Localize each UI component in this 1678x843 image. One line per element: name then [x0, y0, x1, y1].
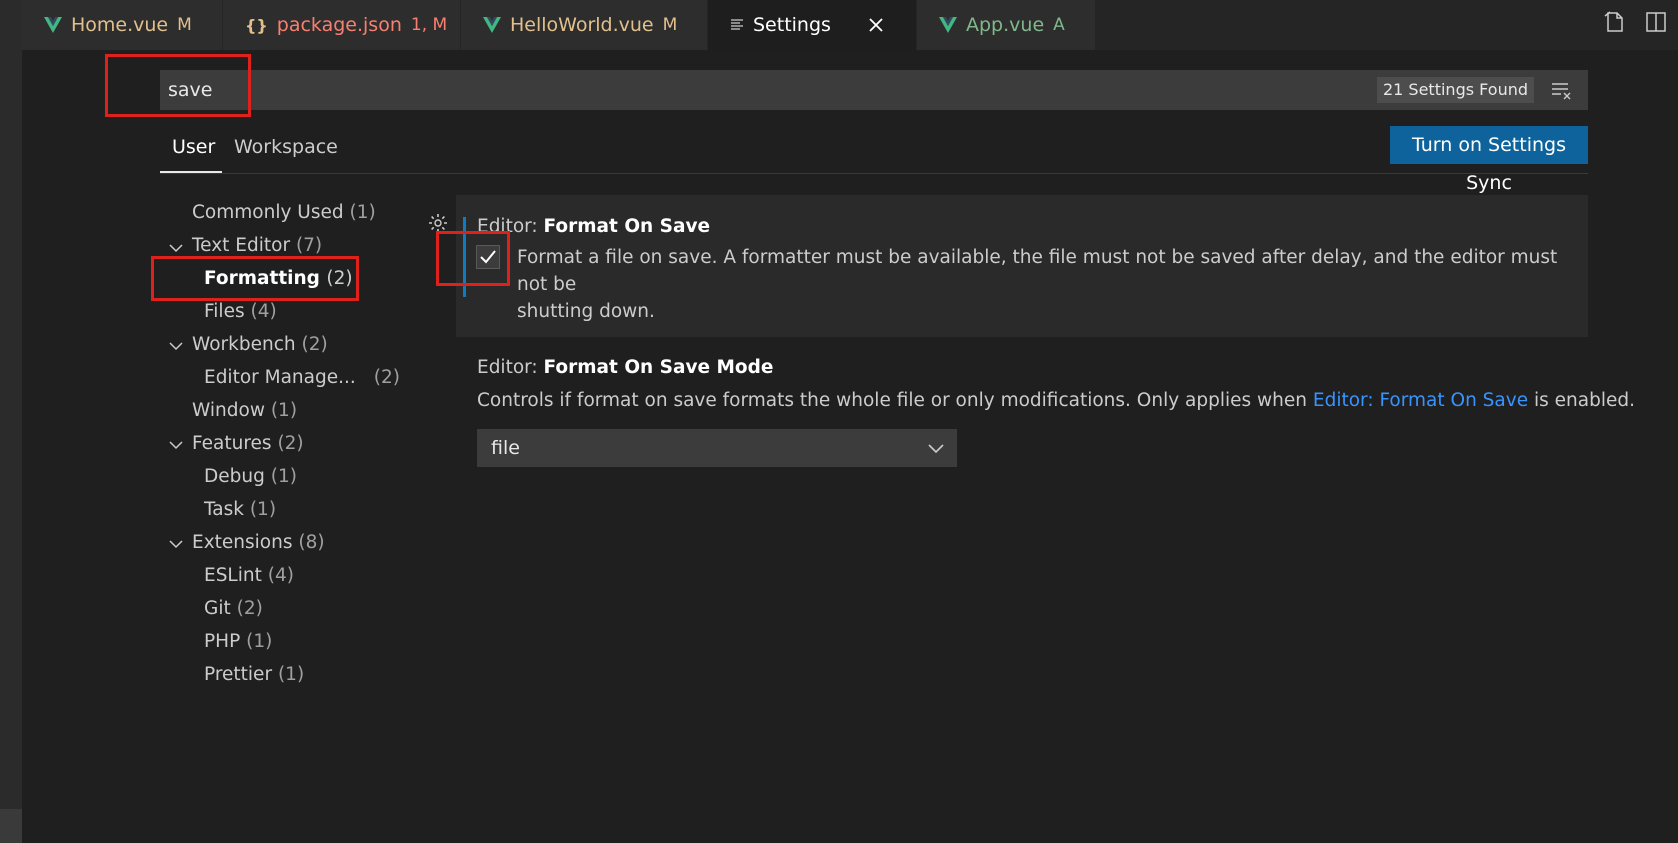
toc-label: ESLint — [204, 565, 262, 586]
toc-item-debug[interactable]: Debug (1) — [204, 466, 297, 487]
toc-count: (1) — [246, 631, 273, 652]
toc-count: (2) — [373, 367, 400, 388]
scope-divider — [160, 173, 1588, 174]
tab-helloworld-vue[interactable]: HelloWorld.vue M — [461, 0, 707, 50]
annotation-box — [436, 231, 510, 286]
chevron-down-icon[interactable] — [168, 240, 184, 256]
tab-package-json[interactable]: {} package.json 1, M — [223, 0, 460, 50]
toc-count: (1) — [349, 202, 376, 223]
activity-strip — [0, 0, 22, 843]
toc-label: Files — [204, 301, 245, 322]
toc-item-extensions[interactable]: Extensions (8) — [192, 532, 325, 553]
tab-label: Settings — [753, 14, 831, 36]
settings-found-badge: 21 Settings Found — [1376, 77, 1534, 103]
annotation-box — [151, 256, 359, 301]
settings-search-input[interactable]: save 21 Settings Found — [160, 70, 1588, 110]
vue-icon — [44, 17, 62, 33]
settings-list-icon — [731, 19, 743, 30]
tab-user[interactable]: User — [172, 136, 215, 158]
description-line: Format a file on save. A formatter must … — [517, 247, 1558, 295]
clear-filter-icon[interactable] — [1550, 79, 1572, 101]
setting-name: Format On Save Mode — [543, 357, 774, 378]
toc-item-task[interactable]: Task (1) — [204, 499, 276, 520]
toc-item-editor-management[interactable]: Editor Manage... (2) — [204, 367, 400, 388]
tab-label: App.vue — [966, 14, 1045, 36]
chevron-down-icon[interactable] — [168, 338, 184, 354]
toc-label: Editor Manage... — [204, 367, 356, 388]
tab-label: package.json — [276, 14, 402, 36]
toc-count: (4) — [267, 565, 294, 586]
toc-count: (7) — [295, 235, 323, 256]
tab-app-vue[interactable]: App.vue A — [917, 0, 1095, 50]
toc-label: Window — [192, 400, 265, 421]
gear-icon[interactable] — [428, 213, 448, 233]
setting-format-on-save: Editor: Format On Save Format a file on … — [456, 195, 1588, 337]
vue-icon — [483, 17, 501, 33]
annotation-box — [105, 54, 251, 117]
toc-item-commonly-used[interactable]: Commonly Used (1) — [192, 202, 376, 223]
split-editor-icon[interactable] — [1644, 10, 1668, 34]
select-value: file — [491, 437, 520, 459]
toc-count: (8) — [298, 532, 325, 553]
tab-git-status: A — [1053, 15, 1065, 35]
toc-count: (2) — [236, 598, 263, 619]
close-icon[interactable] — [868, 17, 884, 33]
toc-label: Commonly Used — [192, 202, 344, 223]
editor-actions — [1602, 10, 1668, 34]
toc-item-php[interactable]: PHP (1) — [204, 631, 272, 652]
tab-label: Home.vue — [71, 14, 169, 36]
setting-category: Editor: — [477, 357, 544, 378]
toc-label: Git — [204, 598, 231, 619]
format-on-save-mode-select[interactable]: file — [477, 429, 957, 467]
toc-count: (4) — [250, 301, 277, 322]
tab-label: HelloWorld.vue — [510, 14, 654, 36]
tab-git-status: M — [662, 15, 678, 35]
toc-count: (2) — [277, 433, 304, 454]
format-on-save-link[interactable]: Editor: Format On Save — [1313, 390, 1528, 411]
toc-count: (1) — [277, 664, 305, 685]
toc-label: Features — [192, 433, 272, 454]
editor-tab-bar: Home.vue M {} package.json 1, M HelloWor… — [22, 0, 1678, 50]
toc-label: Workbench — [192, 334, 296, 355]
tab-git-status: 1, M — [410, 15, 448, 35]
tab-settings[interactable]: Settings — [708, 0, 916, 50]
chevron-down-icon[interactable] — [168, 437, 184, 453]
setting-name: Format On Save — [543, 216, 711, 237]
setting-title: Editor: Format On Save — [477, 216, 710, 237]
toc-item-git[interactable]: Git (2) — [204, 598, 263, 619]
toc-count: (1) — [270, 466, 297, 487]
toc-item-prettier[interactable]: Prettier (1) — [204, 664, 304, 685]
setting-description: Format a file on save. A formatter must … — [517, 244, 1567, 325]
toc-item-features[interactable]: Features (2) — [192, 433, 304, 454]
toc-label: Extensions — [192, 532, 293, 553]
activity-strip-block — [0, 809, 22, 843]
tab-home-vue[interactable]: Home.vue M — [22, 0, 222, 50]
toc-label: Debug — [204, 466, 265, 487]
toc-item-eslint[interactable]: ESLint (4) — [204, 565, 294, 586]
chevron-down-icon — [928, 444, 944, 454]
setting-title: Editor: Format On Save Mode — [477, 357, 773, 378]
toc-item-files[interactable]: Files (4) — [204, 301, 277, 322]
toc-count: (1) — [270, 400, 298, 421]
toc-label: Prettier — [204, 664, 273, 685]
open-settings-json-icon[interactable] — [1602, 10, 1626, 34]
tab-workspace[interactable]: Workspace — [234, 136, 338, 158]
vue-icon — [939, 17, 957, 33]
toc-label: Text Editor — [192, 235, 291, 256]
toc-count: (2) — [301, 334, 328, 355]
description-text: Controls if format on save formats the w… — [477, 390, 1313, 411]
chevron-down-icon[interactable] — [168, 536, 184, 552]
toc-item-text-editor[interactable]: Text Editor (7) — [192, 235, 322, 256]
toc-label: PHP — [204, 631, 241, 652]
setting-description: Controls if format on save formats the w… — [477, 387, 1635, 414]
description-text: is enabled. — [1528, 390, 1635, 411]
toc-label: Task — [204, 499, 244, 520]
toc-item-workbench[interactable]: Workbench (2) — [192, 334, 328, 355]
description-line: shutting down. — [517, 301, 655, 322]
tab-git-status: M — [177, 15, 192, 35]
toc-item-window[interactable]: Window (1) — [192, 400, 297, 421]
settings-sync-button[interactable]: Turn on Settings Sync — [1390, 126, 1588, 194]
json-braces-icon: {} — [245, 15, 268, 35]
toc-count: (1) — [249, 499, 277, 520]
